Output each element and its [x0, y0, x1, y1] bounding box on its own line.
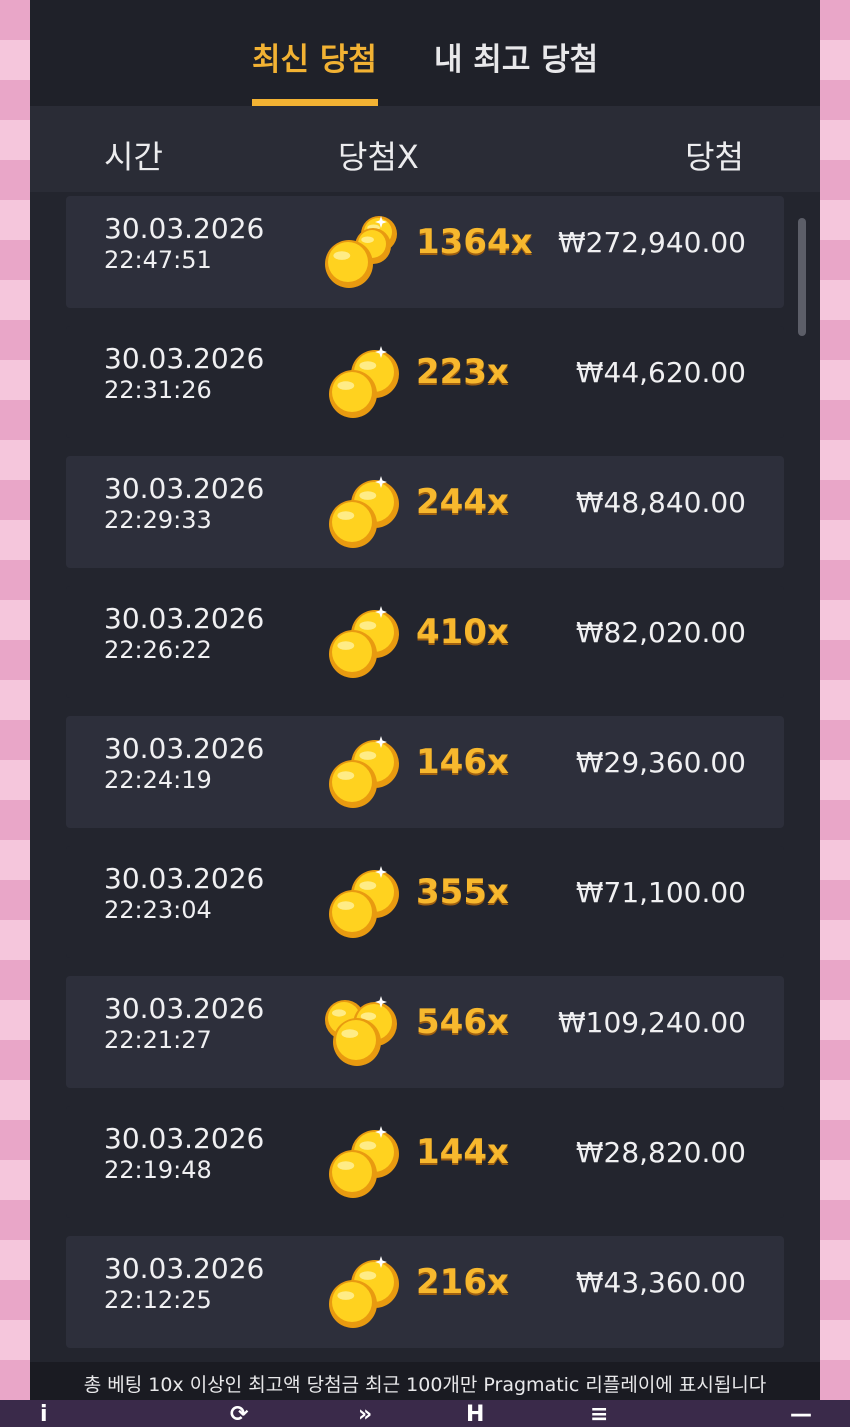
tab-latest-wins[interactable]: 최신 당첨 [252, 34, 377, 79]
autoplay-icon[interactable]: ⟳ [230, 1402, 248, 1427]
two-coins-icon [329, 346, 399, 418]
win-amount: ₩109,240.00 [557, 1006, 746, 1039]
win-amount: ₩28,820.00 [575, 1136, 746, 1169]
win-date: 30.03.2026 [104, 1252, 265, 1285]
menu-icon[interactable]: — [790, 1402, 812, 1427]
win-multiplier: 1364x [416, 222, 533, 262]
win-multiplier: 355x [416, 872, 509, 912]
two-coins-icon [329, 736, 399, 808]
wins-list[interactable]: 30.03.2026 22:47:51 1364x ₩272,940.00 30.03.… [66, 196, 784, 1366]
win-time: 22:23:04 [104, 896, 212, 924]
win-date: 30.03.2026 [104, 732, 265, 765]
win-amount: ₩29,360.00 [575, 746, 746, 779]
win-date: 30.03.2026 [104, 342, 265, 375]
win-time: 22:31:26 [104, 376, 212, 404]
active-tab-indicator [252, 99, 378, 106]
win-date: 30.03.2026 [104, 1122, 265, 1155]
win-time: 22:12:25 [104, 1286, 212, 1314]
win-multiplier: 146x [416, 742, 509, 782]
turbo-icon[interactable]: » [358, 1402, 372, 1427]
two-coins-icon [329, 1126, 399, 1198]
table-row[interactable]: 30.03.2026 22:31:26 223x ₩44,620.00 [66, 326, 784, 438]
win-date: 30.03.2026 [104, 472, 265, 505]
win-time: 22:47:51 [104, 246, 212, 274]
column-header-multiplier: 당첨X [338, 138, 419, 176]
win-amount: ₩71,100.00 [575, 876, 746, 909]
coins-stack-icon[interactable]: ≡ [590, 1402, 608, 1427]
win-time: 22:24:19 [104, 766, 212, 794]
three-coins-icon [325, 996, 397, 1066]
win-date: 30.03.2026 [104, 212, 265, 245]
table-row[interactable]: 30.03.2026 22:21:27 546x ₩109,240.00 [66, 976, 784, 1088]
win-time: 22:26:22 [104, 636, 212, 664]
two-coins-icon [329, 606, 399, 678]
table-row[interactable]: 30.03.2026 22:24:19 146x ₩29,360.00 [66, 716, 784, 828]
win-amount: ₩43,360.00 [575, 1266, 746, 1299]
tab-bar: 최신 당첨 내 최고 당첨 [30, 0, 820, 106]
win-amount: ₩272,940.00 [557, 226, 746, 259]
coin-stack-icon [325, 216, 397, 288]
win-date: 30.03.2026 [104, 862, 265, 895]
two-coins-icon [329, 866, 399, 938]
win-date: 30.03.2026 [104, 992, 265, 1025]
win-time: 22:29:33 [104, 506, 212, 534]
two-coins-icon [329, 1256, 399, 1328]
win-multiplier: 216x [416, 1262, 509, 1302]
win-time: 22:19:48 [104, 1156, 212, 1184]
win-amount: ₩82,020.00 [575, 616, 746, 649]
win-time: 22:21:27 [104, 1026, 212, 1054]
game-background-left [0, 0, 30, 1427]
table-row[interactable]: 30.03.2026 22:29:33 244x ₩48,840.00 [66, 456, 784, 568]
scrollbar[interactable] [798, 218, 806, 336]
table-row[interactable]: 30.03.2026 22:47:51 1364x ₩272,940.00 [66, 196, 784, 308]
tab-my-best-wins[interactable]: 내 최고 당첨 [434, 34, 598, 79]
win-multiplier: 223x [416, 352, 509, 392]
game-bottom-bar: i ⟳ » H ≡ — [0, 1400, 850, 1427]
table-row[interactable]: 30.03.2026 22:19:48 144x ₩28,820.00 [66, 1106, 784, 1218]
hold-icon[interactable]: H [466, 1402, 484, 1427]
footer-note-bar: 총 베팅 10x 이상인 최고액 당첨금 최근 100개만 Pragmatic … [30, 1362, 820, 1400]
win-date: 30.03.2026 [104, 602, 265, 635]
table-row[interactable]: 30.03.2026 22:12:25 216x ₩43,360.00 [66, 1236, 784, 1348]
win-multiplier: 410x [416, 612, 509, 652]
table-header: 시간 당첨X 당첨 [30, 106, 820, 192]
win-multiplier: 244x [416, 482, 509, 522]
info-icon[interactable]: i [40, 1402, 48, 1427]
win-amount: ₩48,840.00 [575, 486, 746, 519]
two-coins-icon [329, 476, 399, 548]
column-header-time: 시간 [104, 138, 163, 176]
game-background-right [820, 0, 850, 1427]
win-multiplier: 144x [416, 1132, 509, 1172]
table-row[interactable]: 30.03.2026 22:23:04 355x ₩71,100.00 [66, 846, 784, 958]
footer-note: 총 베팅 10x 이상인 최고액 당첨금 최근 100개만 Pragmatic … [83, 1374, 767, 1396]
win-amount: ₩44,620.00 [575, 356, 746, 389]
win-multiplier: 546x [416, 1002, 509, 1042]
column-header-win: 당첨 [685, 138, 744, 176]
table-row[interactable]: 30.03.2026 22:26:22 410x ₩82,020.00 [66, 586, 784, 698]
recent-wins-modal: 최신 당첨 내 최고 당첨 시간 당첨X 당첨 30.03.2026 22:47:… [30, 0, 820, 1400]
